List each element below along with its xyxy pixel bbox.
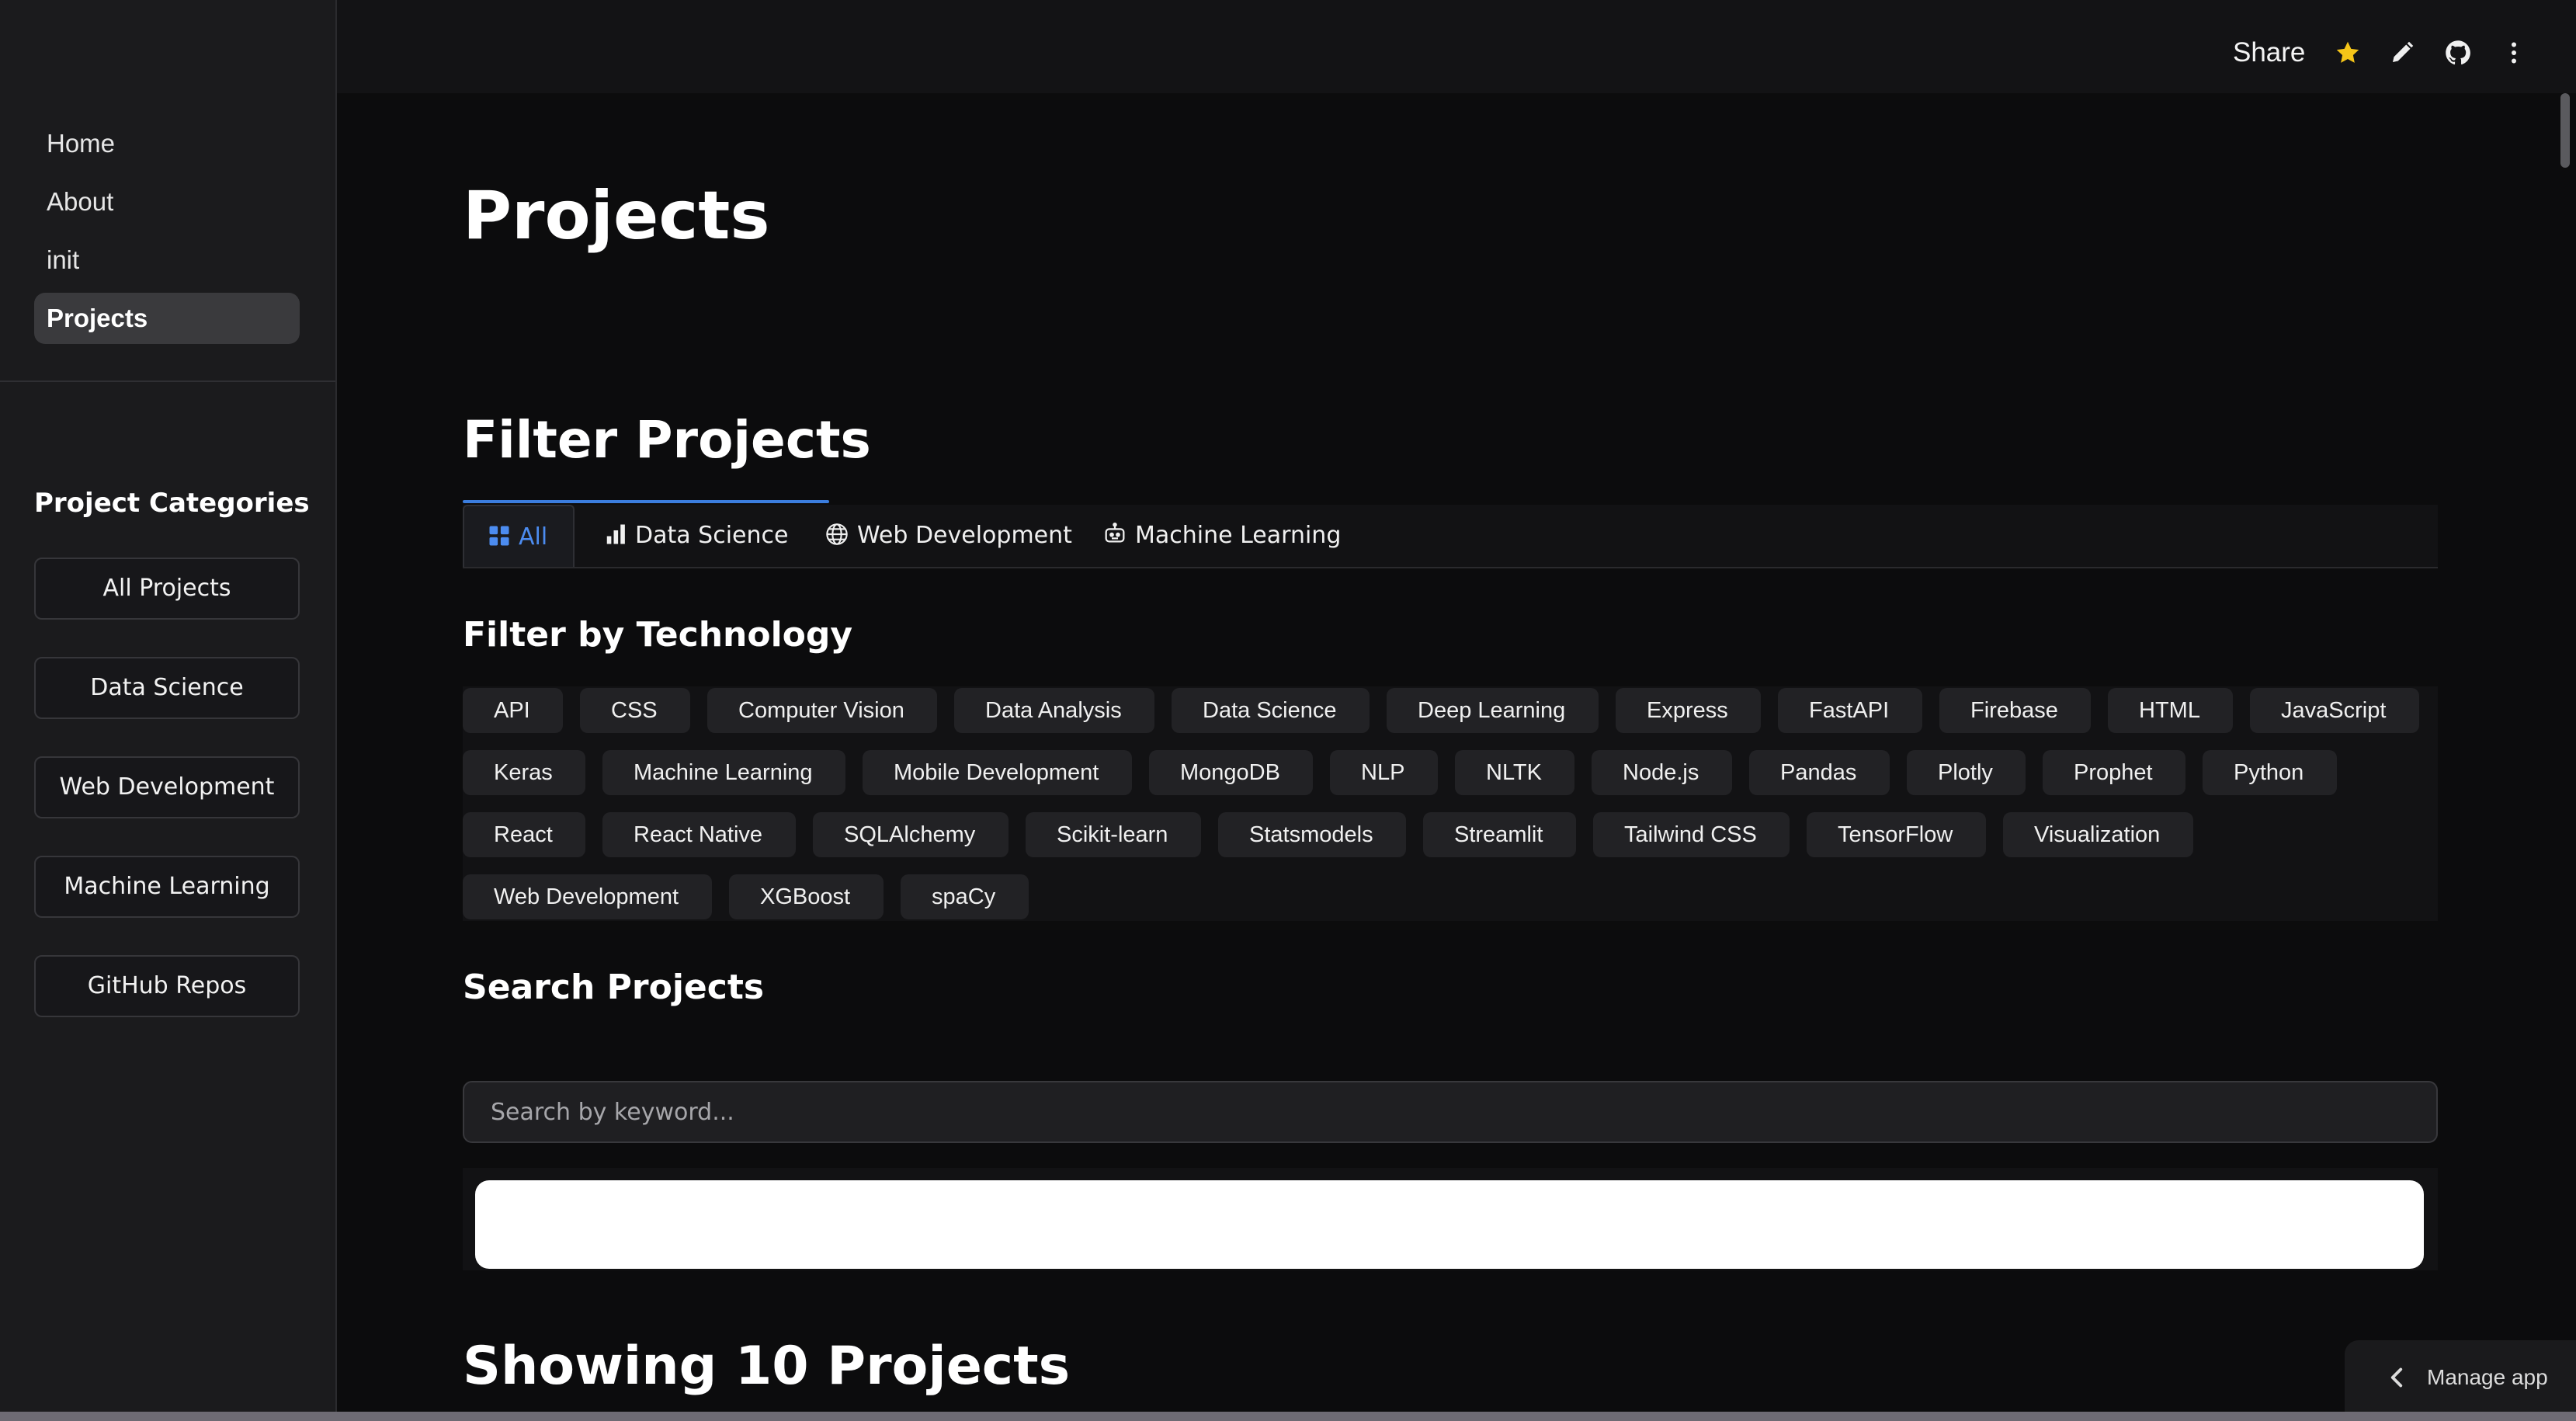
technology-chips: API CSS Computer Vision Data Analysis Data S… xyxy=(463,686,2438,921)
nav-item-init[interactable]: init xyxy=(34,235,300,286)
tech-chip[interactable]: Web Development xyxy=(463,874,712,919)
tab-all-label: All xyxy=(519,523,548,551)
sidebar-nav: Home About init Projects xyxy=(34,118,300,351)
tech-chip[interactable]: TensorFlow xyxy=(1807,812,1986,857)
tech-chip[interactable]: Computer Vision xyxy=(707,688,937,733)
tech-chip[interactable]: Data Science xyxy=(1172,688,1370,733)
tech-chip[interactable]: Scikit-learn xyxy=(1026,812,1201,857)
tab-web-development[interactable]: Web Development xyxy=(825,505,1072,567)
window-bottom-edge xyxy=(0,1412,2576,1421)
page-title: Projects xyxy=(463,177,770,255)
all-projects-button[interactable]: All Projects xyxy=(34,558,300,620)
tech-chip[interactable]: React xyxy=(463,812,585,857)
github-icon[interactable] xyxy=(2444,39,2472,67)
tech-chip[interactable]: Node.js xyxy=(1592,750,1732,795)
tab-data-science-label: Data Science xyxy=(635,522,789,549)
chevron-left-icon xyxy=(2390,1367,2403,1388)
share-button[interactable]: Share xyxy=(2233,37,2305,68)
category-tabs: All Data Science Web Development Machine… xyxy=(463,505,2438,568)
tech-chip[interactable]: HTML xyxy=(2108,688,2233,733)
tech-chip[interactable]: API xyxy=(463,688,563,733)
tech-chip[interactable]: Python xyxy=(2203,750,2337,795)
search-projects-heading: Search Projects xyxy=(463,968,765,1007)
tech-chip[interactable]: Prophet xyxy=(2043,750,2185,795)
tech-chip[interactable]: NLP xyxy=(1330,750,1438,795)
grid-icon xyxy=(489,526,509,546)
tech-chip[interactable]: Tailwind CSS xyxy=(1593,812,1790,857)
tech-chip[interactable]: SQLAlchemy xyxy=(813,812,1009,857)
bar-chart-icon xyxy=(606,524,625,544)
tech-chip[interactable]: Machine Learning xyxy=(602,750,845,795)
results-panel xyxy=(475,1180,2424,1269)
results-count-heading: Showing 10 Projects xyxy=(463,1336,1071,1397)
filter-heading-underline xyxy=(463,500,829,503)
sidebar-divider xyxy=(0,380,335,382)
tab-data-science[interactable]: Data Science xyxy=(604,505,788,567)
sidebar: Home About init Projects Project Categor… xyxy=(0,0,337,1421)
tab-web-development-label: Web Development xyxy=(857,522,1072,549)
tech-chip[interactable]: Keras xyxy=(463,750,585,795)
manage-app-label: Manage app xyxy=(2427,1365,2548,1389)
categories-title: Project Categories xyxy=(34,488,310,519)
scrollbar-thumb[interactable] xyxy=(2560,93,2570,168)
tech-chip[interactable]: spaCy xyxy=(901,874,1029,919)
tab-machine-learning-label: Machine Learning xyxy=(1135,522,1342,549)
data-science-button[interactable]: Data Science xyxy=(34,657,300,719)
tech-chip[interactable]: Visualization xyxy=(2003,812,2193,857)
tech-chip[interactable]: Plotly xyxy=(1907,750,2026,795)
globe-icon xyxy=(826,523,848,545)
star-icon[interactable] xyxy=(2334,39,2362,67)
tech-chip[interactable]: Deep Learning xyxy=(1387,688,1599,733)
tech-chip[interactable]: Mobile Development xyxy=(863,750,1132,795)
web-development-button[interactable]: Web Development xyxy=(34,756,300,818)
github-repos-button[interactable]: GitHub Repos xyxy=(34,955,300,1017)
tech-chip[interactable]: JavaScript xyxy=(2250,688,2419,733)
tech-chip[interactable]: React Native xyxy=(602,812,796,857)
nav-item-about[interactable]: About xyxy=(34,176,300,228)
machine-learning-button[interactable]: Machine Learning xyxy=(34,856,300,918)
results-container xyxy=(463,1168,2438,1270)
tech-chip[interactable]: Statsmodels xyxy=(1218,812,1406,857)
tech-chip[interactable]: Data Analysis xyxy=(954,688,1154,733)
nav-item-home[interactable]: Home xyxy=(34,118,300,169)
kebab-menu-icon[interactable] xyxy=(2500,39,2528,67)
filter-projects-heading: Filter Projects xyxy=(463,410,871,470)
tech-chip[interactable]: Streamlit xyxy=(1423,812,1576,857)
tech-chip[interactable]: Firebase xyxy=(1939,688,2091,733)
nav-item-projects[interactable]: Projects xyxy=(34,293,300,344)
pencil-icon[interactable] xyxy=(2388,39,2416,67)
tab-all[interactable]: All xyxy=(463,505,575,567)
filter-by-technology-heading: Filter by Technology xyxy=(463,615,853,655)
manage-app-button[interactable]: Manage app xyxy=(2345,1340,2576,1415)
tech-chip[interactable]: NLTK xyxy=(1455,750,1574,795)
search-input[interactable] xyxy=(463,1081,2438,1143)
tech-chip[interactable]: Pandas xyxy=(1749,750,1890,795)
tech-chip[interactable]: MongoDB xyxy=(1149,750,1313,795)
robot-icon xyxy=(1105,523,1125,543)
tech-chip[interactable]: XGBoost xyxy=(729,874,884,919)
tech-chip[interactable]: FastAPI xyxy=(1778,688,1922,733)
tech-chip[interactable]: CSS xyxy=(580,688,690,733)
tab-machine-learning[interactable]: Machine Learning xyxy=(1102,505,1341,567)
tech-chip[interactable]: Express xyxy=(1616,688,1761,733)
